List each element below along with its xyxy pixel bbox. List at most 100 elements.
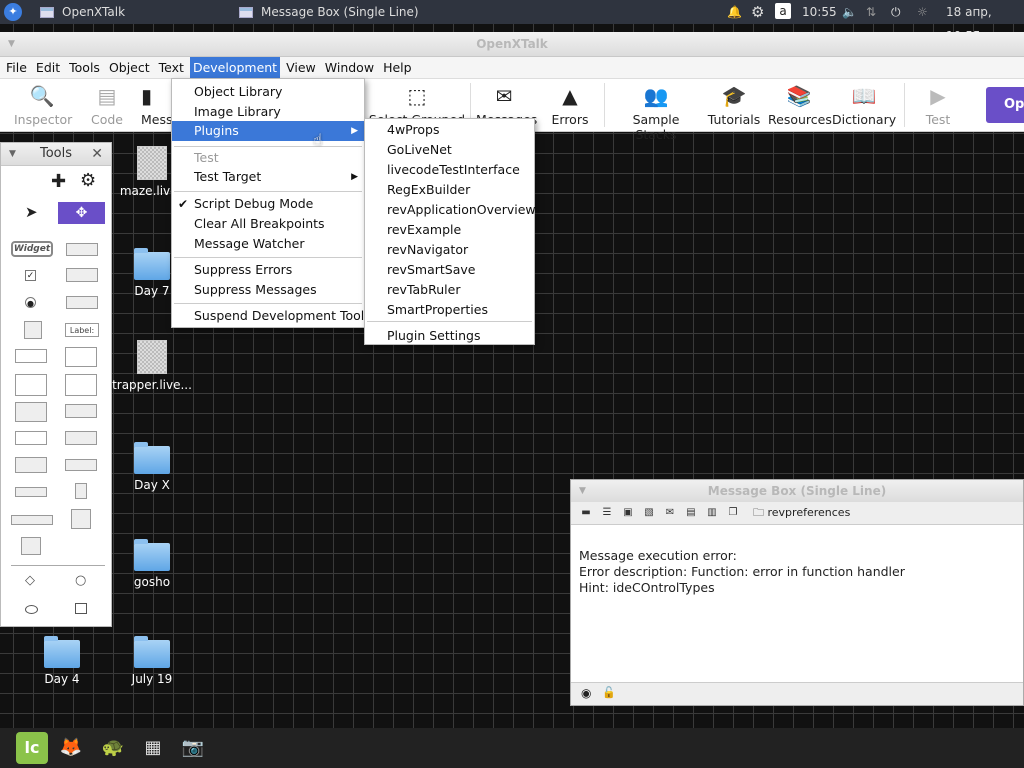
- menu-item-suppress-errors[interactable]: Suppress Errors: [172, 260, 364, 280]
- desktop-icon-gosho[interactable]: gosho: [112, 539, 192, 589]
- select-grouped-button[interactable]: ⬚ Select Grouped: [367, 83, 467, 123]
- power-icon[interactable]: ⏻: [891, 0, 901, 24]
- plugin-item[interactable]: SmartProperties: [365, 300, 534, 320]
- global-properties-icon[interactable]: ▣: [621, 506, 635, 520]
- network-icon[interactable]: ⇅: [866, 0, 876, 24]
- slider-tool[interactable]: [15, 487, 47, 497]
- message-box-button[interactable]: ▮ Mess: [141, 83, 173, 127]
- menu-object[interactable]: Object: [106, 57, 153, 78]
- radio-button-tool[interactable]: ●: [25, 297, 36, 308]
- plugin-item[interactable]: livecodeTestInterface: [365, 160, 534, 180]
- option-menu-tool[interactable]: [65, 404, 97, 418]
- checkbox-tool[interactable]: ✓: [25, 270, 36, 281]
- stepper-tool[interactable]: [75, 483, 87, 499]
- code-button[interactable]: ▤ Code: [86, 83, 128, 127]
- player-tool[interactable]: [21, 537, 41, 555]
- image-tool[interactable]: [71, 509, 91, 529]
- multi-line-mode-icon[interactable]: ☰: [600, 506, 614, 520]
- combo-box-tool[interactable]: [15, 431, 47, 445]
- inspector-button[interactable]: 🔍 Inspector: [14, 83, 72, 127]
- gear-icon[interactable]: ⚙: [751, 0, 764, 24]
- lock-icon[interactable]: 🔓: [602, 686, 616, 699]
- plugin-item[interactable]: revApplicationOverview: [365, 200, 536, 220]
- scrolling-list-tool[interactable]: [65, 374, 97, 396]
- desktop-icon-july19[interactable]: July 19: [112, 636, 192, 686]
- default-button-tool[interactable]: [66, 268, 98, 282]
- menu-item-suppress-messages[interactable]: Suppress Messages: [172, 280, 364, 300]
- diamond-shape-icon[interactable]: ◇: [25, 573, 35, 588]
- menu-item-script-debug-mode[interactable]: ✔ Script Debug Mode: [172, 194, 364, 214]
- tutorials-button[interactable]: 🎓 Tutorials: [706, 83, 762, 127]
- edit-tool-pointer-icon[interactable]: ✥: [58, 202, 105, 224]
- menu-item-plugin-settings[interactable]: Plugin Settings: [365, 326, 534, 346]
- menu-item-message-watcher[interactable]: Message Watcher: [172, 234, 364, 254]
- taskbar-item-message-box[interactable]: Message Box (Single Line): [239, 0, 419, 24]
- target-icon[interactable]: ◉: [581, 686, 591, 700]
- message-box-output[interactable]: Message execution error: Error descripti…: [579, 548, 905, 596]
- menu-text[interactable]: Text: [156, 57, 187, 78]
- gimp-app-icon[interactable]: 🦊: [55, 732, 87, 764]
- menu-item-clear-all-breakpoints[interactable]: Clear All Breakpoints: [172, 214, 364, 234]
- table-field-tool[interactable]: [15, 374, 47, 396]
- circle-shape-icon[interactable]: ○: [75, 573, 86, 588]
- volume-icon[interactable]: 🔈: [842, 0, 857, 24]
- turtle-app-icon[interactable]: 🐢: [97, 732, 129, 764]
- desktop-icon-trapper[interactable]: trapper.live...: [112, 340, 192, 392]
- dictionary-button[interactable]: 📖 Dictionary: [832, 83, 896, 127]
- menu-item-image-library[interactable]: Image Library: [172, 102, 364, 122]
- brightness-icon[interactable]: ☼: [917, 0, 928, 24]
- sample-stacks-button[interactable]: 👥 Sample Stacks: [614, 83, 698, 142]
- menu-window[interactable]: Window: [322, 57, 377, 78]
- menu-item-test-target[interactable]: Test Target ▶: [172, 167, 364, 187]
- single-line-mode-icon[interactable]: ▬: [579, 506, 593, 520]
- plugin-item[interactable]: 4wProps: [365, 120, 534, 140]
- browse-tool-arrow-icon[interactable]: ➤: [25, 203, 38, 221]
- stacks-in-use-icon[interactable]: ❐: [726, 506, 740, 520]
- menu-file[interactable]: File: [3, 57, 30, 78]
- message-box-title-bar[interactable]: ▼ Message Box (Single Line): [571, 480, 1023, 502]
- menu-item-object-library[interactable]: Object Library: [172, 82, 364, 102]
- chevron-down-icon[interactable]: ▼: [579, 480, 586, 502]
- desktop-icon-dayx[interactable]: Day X: [112, 442, 192, 492]
- popup-menu-tool[interactable]: [65, 431, 97, 445]
- resources-button[interactable]: 📚 Resources: [768, 83, 832, 127]
- menu-edit[interactable]: Edit: [33, 57, 63, 78]
- pending-messages-icon[interactable]: ✉: [663, 506, 677, 520]
- desktop-icon-day4[interactable]: Day 4: [22, 636, 102, 686]
- label-field-tool[interactable]: Label:: [65, 323, 99, 337]
- tab-panel-tool[interactable]: [24, 321, 42, 339]
- chevron-down-icon[interactable]: ▼: [8, 32, 15, 56]
- rectangle-shape-icon[interactable]: [75, 603, 87, 614]
- menu-help[interactable]: Help: [380, 57, 415, 78]
- scrollbar-horizontal-tool[interactable]: [11, 515, 53, 525]
- text-field-tool[interactable]: [15, 349, 47, 363]
- menu-item-plugins[interactable]: Plugins ▶: [172, 121, 364, 141]
- plugin-item[interactable]: revTabRuler: [365, 280, 534, 300]
- gear-icon[interactable]: ⚙: [80, 170, 96, 191]
- add-icon[interactable]: ✚: [51, 171, 66, 192]
- back-scripts-icon[interactable]: ▥: [705, 506, 719, 520]
- front-scripts-icon[interactable]: ▤: [684, 506, 698, 520]
- app-title-bar[interactable]: ▼ OpenXTalk: [0, 32, 1024, 57]
- errors-button[interactable]: ▲ Errors: [548, 83, 592, 127]
- livecode-app-icon[interactable]: lc: [16, 732, 48, 764]
- calculator-app-icon[interactable]: ▦: [137, 732, 169, 764]
- plugin-item[interactable]: revExample: [365, 220, 534, 240]
- widget-tool[interactable]: Widget: [11, 241, 53, 257]
- menu-view[interactable]: View: [283, 57, 319, 78]
- button-tool[interactable]: [66, 243, 98, 256]
- chevron-down-icon[interactable]: ▼: [9, 143, 16, 165]
- menu-development[interactable]: Development: [189, 57, 281, 78]
- stack-selector[interactable]: 🗀 revpreferences: [753, 502, 850, 524]
- scrolling-field-tool[interactable]: [65, 347, 97, 367]
- plugin-item[interactable]: GoLiveNet: [365, 140, 534, 160]
- plugin-item[interactable]: RegExBuilder: [365, 180, 534, 200]
- datagrid-tool[interactable]: [15, 402, 47, 422]
- oval-shape-icon[interactable]: [25, 605, 38, 614]
- tools-palette-title-bar[interactable]: ▼ Tools ✕: [1, 143, 111, 166]
- close-icon[interactable]: ✕: [91, 143, 103, 165]
- menu-tools[interactable]: Tools: [66, 57, 103, 78]
- plugin-item[interactable]: revNavigator: [365, 240, 534, 260]
- taskbar-item-openxtalk[interactable]: OpenXTalk: [40, 0, 125, 24]
- progress-bar-tool[interactable]: [65, 459, 97, 471]
